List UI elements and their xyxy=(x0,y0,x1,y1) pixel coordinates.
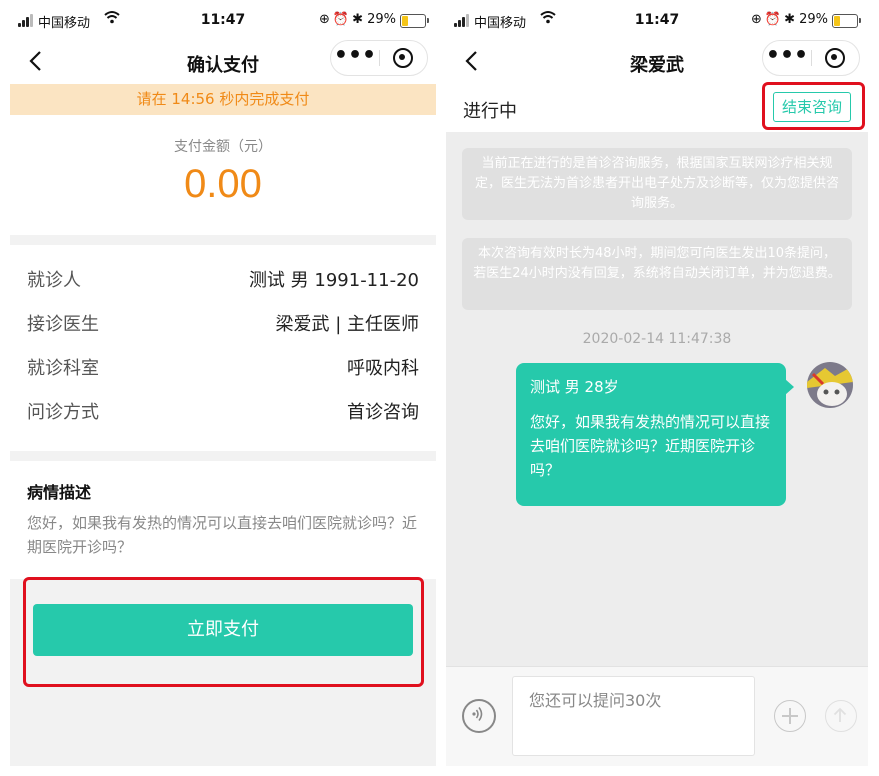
description-card: 病情描述 您好，如果我有发热的情况可以直接去咱们医院就诊吗？近期医院开诊吗？ xyxy=(10,461,436,579)
chat-message-bubble: 测试 男 28岁 您好，如果我有发热的情况可以直接去咱们医院就诊吗？近期医院开诊… xyxy=(516,363,794,506)
info-label: 就诊人 xyxy=(27,270,81,291)
more-icon[interactable]: ••• xyxy=(331,41,379,75)
message-body: 您好，如果我有发热的情况可以直接去咱们医院就诊吗？近期医院开诊吗？ xyxy=(530,413,771,479)
nav-bar: 梁爱武 ••• xyxy=(446,40,868,84)
close-mini-program-icon[interactable] xyxy=(380,41,427,75)
message-header: 测试 男 28岁 xyxy=(530,378,619,396)
pay-now-button[interactable]: 立即支付 xyxy=(33,604,413,656)
battery-icon xyxy=(400,14,429,28)
amount-label: 支付金额（元） xyxy=(174,139,272,155)
close-mini-program-icon[interactable] xyxy=(812,41,859,75)
chat-input-bar xyxy=(446,666,868,766)
info-value: 测试 男 1991-11-20 xyxy=(248,270,419,291)
avatar xyxy=(807,362,853,408)
status-bar: 中国移动 11:47 ⊕⏰✱ 29% xyxy=(446,0,868,40)
system-notice: 本次咨询有效时长为48小时，期间您可向医生发出10条提问，若医生24小时内没有回… xyxy=(462,238,852,310)
status-icons: ⊕⏰✱ xyxy=(751,12,798,27)
question-input[interactable] xyxy=(512,676,755,756)
battery-percent: 29% xyxy=(367,12,396,27)
plus-icon[interactable] xyxy=(774,700,806,732)
info-value: 梁爱武 | 主任医师 xyxy=(275,314,419,335)
voice-icon[interactable] xyxy=(462,699,496,733)
info-label: 接诊医生 xyxy=(27,314,99,335)
info-row-patient: 就诊人 测试 男 1991-11-20 xyxy=(27,262,419,292)
battery-percent: 29% xyxy=(799,12,828,27)
info-row-consult-type: 问诊方式 首诊咨询 xyxy=(27,394,419,424)
consult-status: 进行中 xyxy=(463,101,517,122)
message-timestamp: 2020-02-14 11:47:38 xyxy=(582,331,732,347)
capsule-menu: ••• xyxy=(762,40,860,76)
battery-fill xyxy=(402,16,408,26)
nav-bar: 确认支付 ••• xyxy=(10,40,436,84)
amount-value: 0.00 xyxy=(184,162,262,206)
info-label: 就诊科室 xyxy=(27,358,99,379)
consult-status-bar: 进行中 结束咨询 xyxy=(446,84,868,132)
info-value: 呼吸内科 xyxy=(347,358,419,379)
system-notice: 当前正在进行的是首诊咨询服务，根据国家互联网诊疗相关规定，医生无法为首诊患者开出… xyxy=(462,148,852,220)
status-icons: ⊕⏰✱ xyxy=(319,12,366,27)
info-label: 问诊方式 xyxy=(27,402,99,423)
info-row-department: 就诊科室 呼吸内科 xyxy=(27,350,419,380)
description-text: 您好，如果我有发热的情况可以直接去咱们医院就诊吗？近期医院开诊吗？ xyxy=(27,514,418,556)
capsule-menu: ••• xyxy=(330,40,428,76)
status-bar: 中国移动 11:47 ⊕⏰✱ 29% xyxy=(10,0,436,40)
chat-screen: 中国移动 11:47 ⊕⏰✱ 29% 梁爱武 ••• 进行中 结束咨询 当前正在… xyxy=(446,0,868,766)
end-consultation-button[interactable]: 结束咨询 xyxy=(773,92,851,122)
battery-icon xyxy=(832,14,861,28)
payment-screen: 中国移动 11:47 ⊕⏰✱ 29% 确认支付 ••• 请在 14:56 秒内完… xyxy=(10,0,436,766)
description-title: 病情描述 xyxy=(27,483,92,502)
more-icon[interactable]: ••• xyxy=(763,41,811,75)
countdown-banner: 请在 14:56 秒内完成支付 xyxy=(10,84,436,115)
amount-card: 支付金额（元） 0.00 xyxy=(10,115,436,235)
info-value: 首诊咨询 xyxy=(347,402,419,423)
info-card: 就诊人 测试 男 1991-11-20 接诊医生 梁爱武 | 主任医师 就诊科室… xyxy=(10,245,436,451)
send-icon[interactable] xyxy=(825,700,857,732)
battery-fill xyxy=(834,16,840,26)
info-row-doctor: 接诊医生 梁爱武 | 主任医师 xyxy=(27,306,419,336)
